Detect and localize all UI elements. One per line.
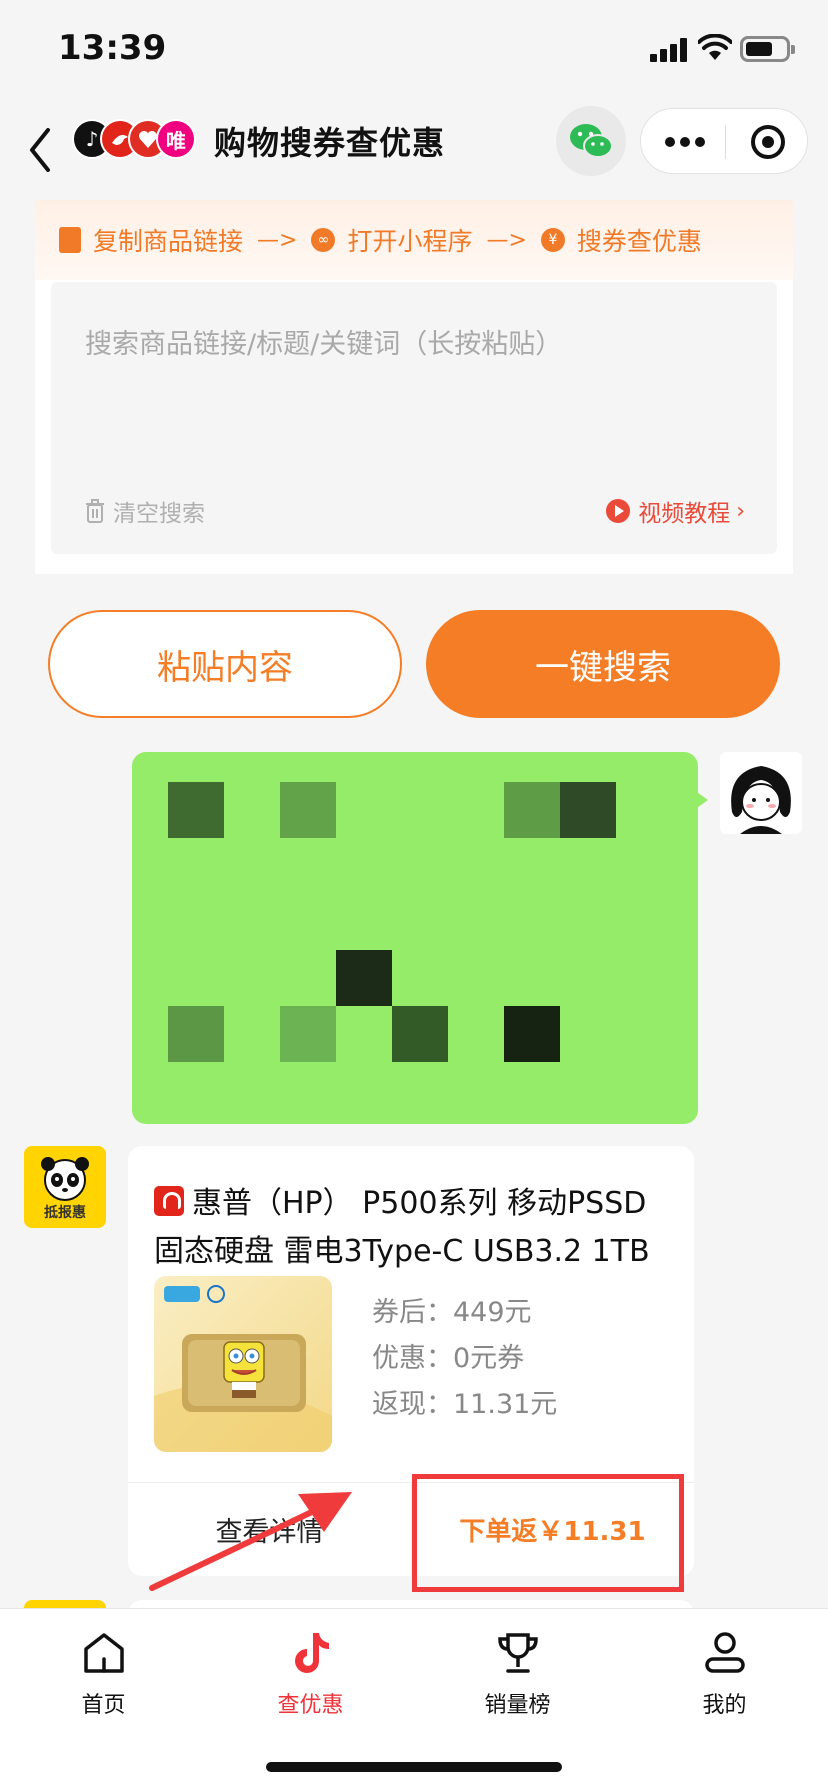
one-click-search-button[interactable]: 一键搜索: [426, 610, 780, 718]
user-message-bubble: [132, 752, 698, 1124]
yen-coin-icon: ¥: [540, 228, 565, 252]
trophy-icon: [497, 1633, 538, 1673]
step-arrow: —>: [486, 227, 527, 253]
play-icon: [606, 499, 631, 523]
back-arrow-icon[interactable]: [20, 120, 60, 180]
step-arrow: —>: [257, 227, 298, 253]
wechat-share-button[interactable]: [556, 106, 626, 176]
usage-steps: 复制商品链接 —> ∞ 打开小程序 —> ¥ 搜券查优惠: [35, 200, 793, 280]
bot-avatar-text: 抵报惠: [44, 1205, 86, 1221]
user-avatar: [720, 752, 802, 834]
step-open-miniprogram: ∞ 打开小程序: [311, 222, 472, 258]
vipshop-logo-icon: 唯: [156, 119, 196, 159]
close-miniprogram-icon[interactable]: [751, 125, 785, 159]
search-panel: 复制商品链接 —> ∞ 打开小程序 —> ¥ 搜券查优惠 搜索商品链接/标题/关…: [35, 200, 793, 574]
tab-sales-ranking[interactable]: 销量榜: [414, 1629, 621, 1729]
jd-platform-icon: [154, 1186, 184, 1216]
after-coupon-price: 券后：449元: [372, 1297, 532, 1328]
step-copy-link: 复制商品链接: [59, 222, 243, 258]
trash-icon: [86, 499, 104, 523]
battery-icon: [740, 36, 795, 62]
person-icon: [704, 1632, 745, 1673]
search-placeholder: 搜索商品链接/标题/关键词（长按粘贴）: [85, 329, 563, 360]
video-tutorial-link[interactable]: 视频教程 ›: [606, 494, 745, 528]
wechat-icon: [570, 124, 613, 158]
douyin-icon: [294, 1633, 329, 1673]
home-icon: [83, 1633, 124, 1673]
bot-avatar: 抵报惠: [24, 1146, 106, 1228]
copy-doc-icon: [59, 227, 81, 253]
product-title: 惠普（HP） P500系列 移动PSSD固态硬盘 雷电3Type-C USB3.…: [154, 1186, 650, 1269]
price-info: 券后：449元 优惠：0元券 返现：11.31元: [372, 1290, 557, 1428]
tab-check-deals[interactable]: 查优惠: [207, 1629, 414, 1729]
annotation-highlight-box: [412, 1474, 684, 1592]
annotation-arrow-icon: [149, 1492, 352, 1591]
miniprogram-capsule: [640, 108, 808, 174]
tab-home[interactable]: 首页: [0, 1629, 207, 1729]
step-search-coupon: ¥ 搜券查优惠: [540, 222, 702, 258]
home-indicator[interactable]: [266, 1762, 562, 1772]
clear-search-button[interactable]: 清空搜索: [85, 494, 205, 528]
status-time: 13:39: [58, 28, 167, 68]
search-input[interactable]: 搜索商品链接/标题/关键词（长按粘贴） 清空搜索 视频教程 ›: [51, 282, 777, 554]
status-bar: 13:39: [0, 0, 828, 100]
wifi-icon: [698, 34, 732, 60]
cellular-signal-icon: [650, 38, 690, 62]
tab-mine[interactable]: 我的: [621, 1629, 828, 1729]
chevron-right-icon: ›: [736, 498, 745, 524]
coupon-discount: 优惠：0元券: [372, 1343, 525, 1374]
miniprogram-icon: ∞: [311, 228, 336, 252]
product-image: [154, 1276, 332, 1452]
paste-content-button[interactable]: 粘贴内容: [48, 610, 402, 718]
more-options-icon[interactable]: [665, 135, 705, 149]
cashback-amount: 返现：11.31元: [372, 1389, 558, 1420]
page-title: 购物搜券查优惠: [214, 124, 446, 162]
